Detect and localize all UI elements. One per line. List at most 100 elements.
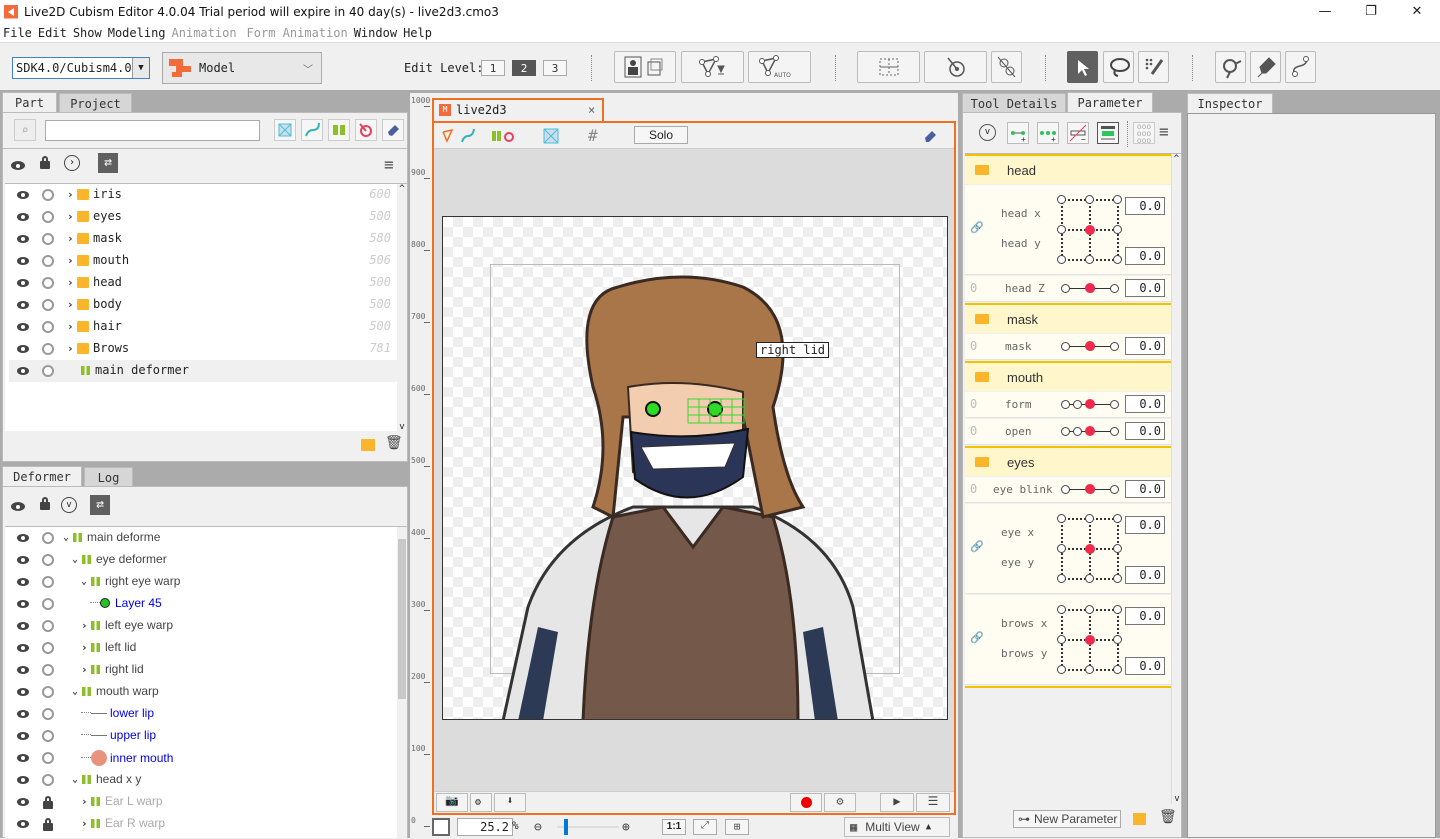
menu-file[interactable]: File (3, 26, 32, 40)
key-dot[interactable] (1061, 342, 1070, 351)
chevron-down-icon[interactable]: ⌄ (81, 576, 91, 587)
chevron-right-icon[interactable]: › (81, 641, 91, 654)
chevron-right-icon[interactable]: › (67, 254, 77, 267)
lock-toggle-icon[interactable] (42, 255, 54, 267)
parameter-group[interactable]: mask (965, 303, 1171, 333)
minimize-button[interactable]: — (1302, 0, 1348, 23)
key-dot[interactable] (1057, 514, 1066, 523)
lock-toggle-icon[interactable] (42, 365, 54, 377)
chevron-right-icon[interactable]: › (67, 232, 77, 245)
parameter-value-input[interactable]: 0.0 (1125, 480, 1165, 498)
trash-icon[interactable]: 🗑 (385, 435, 403, 451)
key-dot[interactable] (1085, 255, 1094, 264)
current-value-dot[interactable] (1085, 484, 1095, 494)
new-parameter-button[interactable]: ⊶ New Parameter (1013, 810, 1121, 828)
part-row[interactable]: › mouth 506 (9, 250, 399, 272)
tab-project[interactable]: Project (59, 93, 132, 113)
panel-menu-icon[interactable]: ≡ (1159, 122, 1169, 141)
key-dot[interactable] (1110, 284, 1119, 293)
deformer-row[interactable]: ⌄ eye deformer (9, 549, 399, 571)
link-icon[interactable]: 0 (970, 424, 977, 438)
lock-toggle-icon[interactable] (42, 576, 54, 588)
eye-icon[interactable] (17, 666, 29, 674)
eye-icon[interactable] (17, 732, 29, 740)
eye-icon[interactable] (17, 820, 29, 828)
lock-toggle-icon[interactable] (42, 299, 54, 311)
chevron-right-icon[interactable]: › (67, 210, 77, 223)
tab-part[interactable]: Part (2, 92, 57, 112)
part-row[interactable]: › iris 600 (9, 184, 399, 206)
record-button[interactable] (790, 793, 822, 812)
key-dot[interactable] (1113, 195, 1122, 204)
edit-level-1-button[interactable]: 1 (481, 60, 505, 76)
deformer-row[interactable]: ⌄ right eye warp (9, 571, 399, 593)
eye-icon[interactable] (17, 257, 29, 265)
new-group-icon[interactable] (1133, 813, 1146, 825)
lasso-select-button[interactable] (1103, 51, 1134, 83)
lock-toggle-icon[interactable] (42, 752, 54, 764)
key-dot[interactable] (1113, 635, 1122, 644)
deformer-row[interactable]: › Ear R warp (9, 813, 399, 835)
chevron-right-icon[interactable]: › (81, 795, 91, 808)
link-icon[interactable]: 🔗 (970, 631, 984, 644)
parameter-value-input[interactable]: 0.0 (1125, 395, 1165, 413)
eye-icon[interactable] (17, 622, 29, 630)
deformer-row[interactable]: Layer 45 (9, 593, 399, 615)
deformer-row[interactable]: › left lid (9, 637, 399, 659)
search-toggle-icon[interactable]: ⌕ (14, 119, 36, 141)
key-dot[interactable] (1113, 574, 1122, 583)
parameter-value-input[interactable]: 0.0 (1125, 566, 1165, 584)
chevron-down-icon[interactable]: ⌄ (63, 532, 73, 543)
eye-icon[interactable] (17, 213, 29, 221)
lock-toggle-icon[interactable] (42, 189, 54, 201)
tab-log[interactable]: Log (84, 467, 133, 487)
tab-live2d3[interactable]: M live2d3 × (432, 98, 604, 122)
mode-select[interactable]: Model ﹀ (162, 52, 322, 84)
eye-icon[interactable] (17, 798, 29, 806)
key-dot[interactable] (1057, 225, 1066, 234)
arrow-select-button[interactable] (1067, 51, 1098, 83)
parameter-value-input[interactable]: 0.0 (1125, 422, 1165, 440)
lock-toggle-icon[interactable] (42, 620, 54, 632)
key-dot[interactable] (1057, 605, 1066, 614)
parameter-slider[interactable] (1061, 399, 1119, 411)
chevron-right-icon[interactable]: › (81, 663, 91, 676)
key-dot[interactable] (1073, 427, 1082, 436)
lock-toggle-icon[interactable] (42, 664, 54, 676)
parameter-value-input[interactable]: 0.0 (1125, 516, 1165, 534)
parameter-slider[interactable] (1061, 283, 1119, 295)
add-key-button[interactable]: + (1037, 122, 1059, 144)
show-warp-button[interactable] (328, 119, 350, 141)
eye-icon[interactable] (17, 191, 29, 199)
zoom-in-icon[interactable]: ⊕ (622, 820, 630, 835)
expand-all-icon[interactable]: › (64, 155, 80, 171)
lock-icon[interactable] (43, 796, 53, 809)
key-dot[interactable] (1057, 544, 1066, 553)
key-dot[interactable] (1061, 485, 1070, 494)
chevron-down-icon[interactable]: ⌄ (72, 554, 82, 565)
lock-toggle-icon[interactable] (42, 708, 54, 720)
menu-help[interactable]: Help (403, 26, 432, 40)
lock-toggle-icon[interactable] (42, 233, 54, 245)
key-dot[interactable] (1113, 514, 1122, 523)
key-dot[interactable] (1110, 485, 1119, 494)
eye-icon[interactable] (17, 279, 29, 287)
deformer-row[interactable]: › Ear L warp (9, 791, 399, 813)
deformer-row[interactable]: upper lip (9, 725, 399, 747)
zoom-out-icon[interactable]: ⊖ (534, 820, 542, 835)
lock-header-icon[interactable] (40, 156, 50, 170)
lock-toggle-icon[interactable] (42, 343, 54, 355)
chevron-down-icon[interactable]: ▼ (132, 58, 149, 78)
auto-mesh-button[interactable]: AUTO (748, 51, 811, 83)
param-display-button[interactable] (1097, 122, 1119, 144)
eye-icon[interactable] (17, 534, 29, 542)
mesh-edit-button[interactable] (681, 51, 744, 83)
link-icon[interactable]: 0 (970, 482, 977, 496)
eye-icon[interactable] (17, 776, 29, 784)
deformer-row[interactable]: lower lip (9, 703, 399, 725)
key-dot[interactable] (1085, 195, 1094, 204)
close-button[interactable]: ✕ (1394, 0, 1440, 23)
key-dot[interactable] (1085, 605, 1094, 614)
key-dot[interactable] (1057, 255, 1066, 264)
parameter-2d-pad[interactable] (1057, 514, 1122, 583)
